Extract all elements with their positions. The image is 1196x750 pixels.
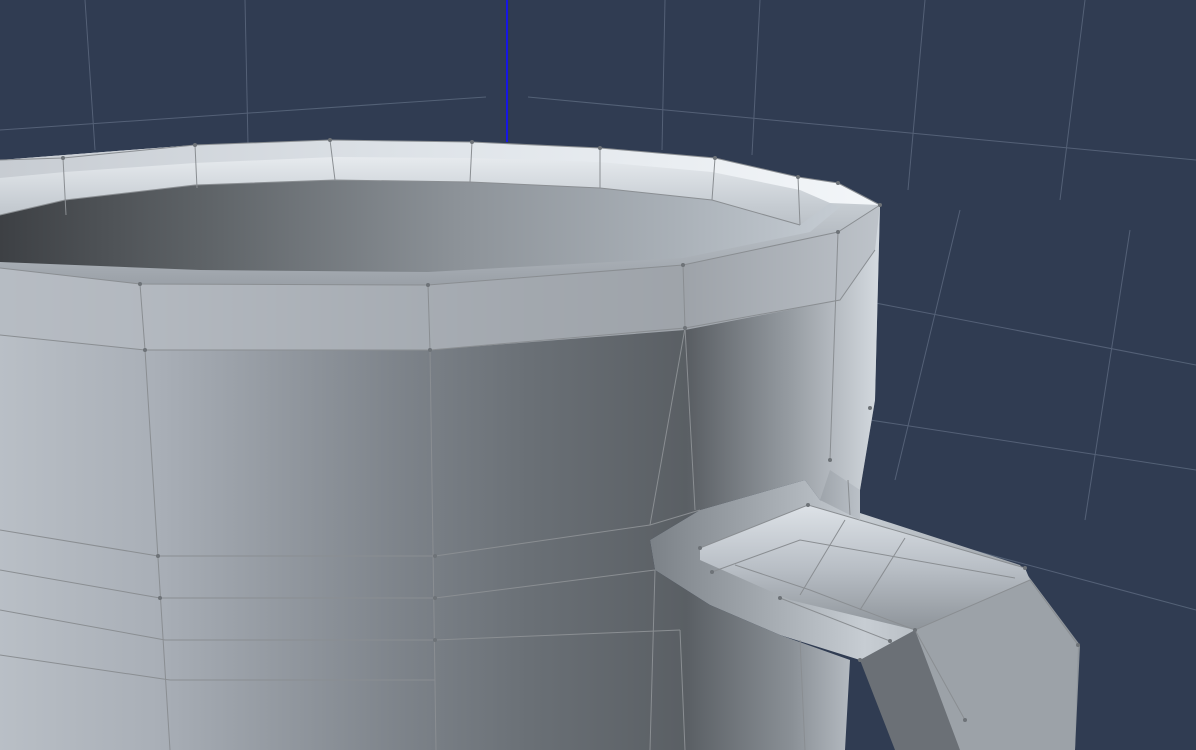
3d-viewport[interactable] xyxy=(0,0,1196,750)
